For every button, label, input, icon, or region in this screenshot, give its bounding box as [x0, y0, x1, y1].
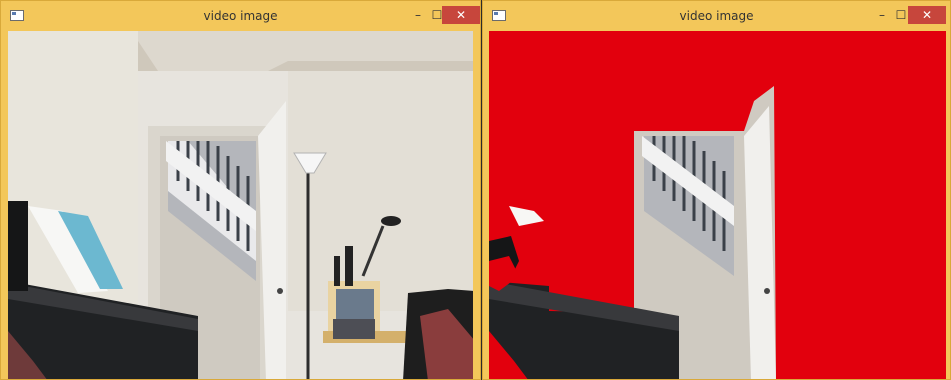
- video-window-left[interactable]: video image – ☐ ✕: [0, 0, 481, 380]
- close-button[interactable]: ✕: [442, 6, 480, 24]
- masked-video-frame: [489, 31, 946, 379]
- minimize-button[interactable]: –: [409, 6, 427, 24]
- title-bar[interactable]: video image – ☐ ✕: [1, 1, 480, 31]
- title-bar[interactable]: video image – ☐ ✕: [483, 1, 950, 31]
- video-window-right[interactable]: video image – ☐ ✕: [482, 0, 951, 380]
- video-frame: [8, 31, 473, 379]
- camera-image: [8, 31, 473, 379]
- masked-camera-image: [489, 31, 946, 379]
- minimize-button[interactable]: –: [873, 6, 891, 24]
- close-button[interactable]: ✕: [908, 6, 946, 24]
